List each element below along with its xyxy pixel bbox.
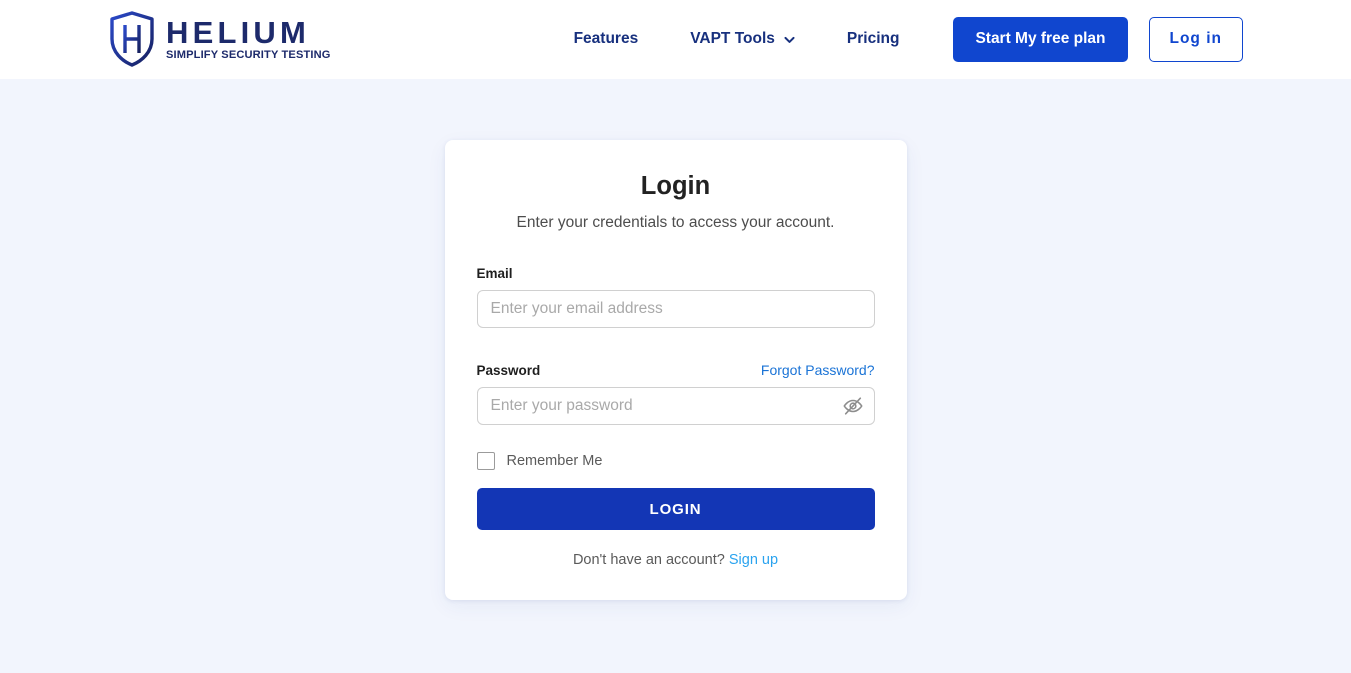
login-subtitle: Enter your credentials to access your ac…	[516, 214, 835, 232]
password-label: Password	[476, 363, 541, 379]
forgot-password-link[interactable]: Forgot Password?	[761, 362, 875, 378]
remember-me-label[interactable]: Remember Me	[507, 453, 603, 469]
chevron-down-icon	[783, 33, 795, 45]
header-log-in-button[interactable]: Log in	[1148, 16, 1243, 62]
eye-off-icon[interactable]	[842, 395, 864, 417]
nav-item-label: VAPT Tools	[690, 30, 775, 47]
email-input[interactable]	[476, 290, 875, 329]
shield-h-logo-icon	[108, 11, 156, 67]
login-card: Login Enter your credentials to access y…	[444, 140, 907, 600]
remember-me-checkbox[interactable]	[476, 452, 495, 471]
nav-item-label: Features	[573, 30, 639, 47]
remember-me-row: Remember Me	[476, 452, 875, 471]
nav-item-vapt-tools[interactable]: VAPT Tools	[664, 30, 821, 48]
site-header: HELIUM SIMPLIFY SECURITY TESTING Feature…	[0, 0, 1351, 79]
login-submit-button[interactable]: LOGIN	[476, 488, 875, 531]
main-nav: Features VAPT Tools Pricing Start My fre…	[548, 16, 1243, 62]
signup-prompt-row: Don't have an account? Sign up	[477, 552, 875, 568]
page-body: Login Enter your credentials to access y…	[0, 79, 1351, 673]
nav-item-pricing[interactable]: Pricing	[821, 30, 926, 48]
nav-item-label: Pricing	[846, 30, 900, 47]
brand-logo[interactable]: HELIUM SIMPLIFY SECURITY TESTING	[108, 11, 332, 67]
password-input-wrap	[476, 387, 875, 426]
email-label: Email	[476, 266, 513, 282]
brand-tagline: SIMPLIFY SECURITY TESTING	[166, 48, 331, 61]
sign-up-link[interactable]: Sign up	[729, 552, 778, 568]
start-free-plan-button[interactable]: Start My free plan	[953, 16, 1128, 62]
nav-item-features[interactable]: Features	[548, 30, 665, 48]
password-label-row: Password Forgot Password?	[477, 362, 875, 378]
email-field-group: Email	[476, 266, 875, 329]
email-label-row: Email	[477, 266, 875, 281]
password-field-group: Password Forgot Password?	[476, 362, 875, 426]
password-input[interactable]	[476, 387, 875, 426]
email-input-wrap	[476, 290, 875, 329]
page-title: Login	[640, 172, 711, 200]
brand-name: HELIUM	[166, 14, 311, 50]
signup-prompt-text: Don't have an account?	[572, 552, 725, 569]
